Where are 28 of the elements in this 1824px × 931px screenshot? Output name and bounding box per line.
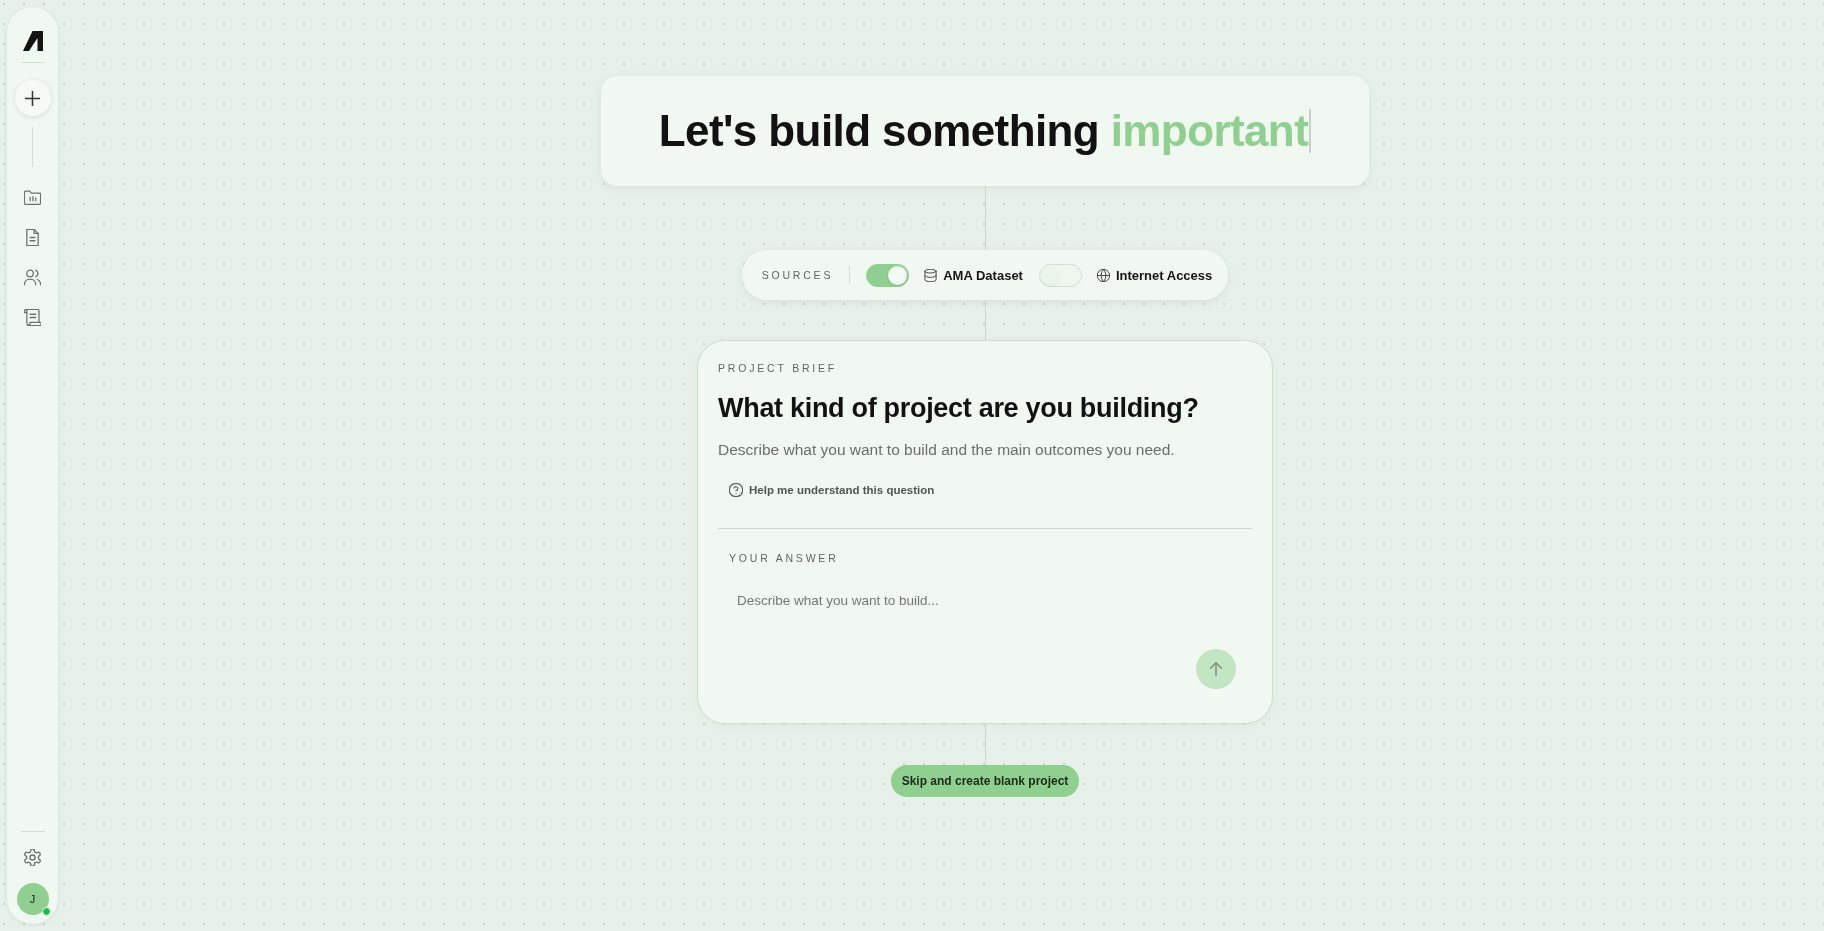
plus-icon xyxy=(25,90,40,106)
question-icon xyxy=(729,483,743,497)
connector-line xyxy=(984,186,986,250)
answer-label: YOUR ANSWER xyxy=(729,551,839,565)
scroll-icon xyxy=(24,308,41,326)
answer-field[interactable]: Describe what you want to build... xyxy=(729,583,1241,619)
database-icon xyxy=(924,268,938,282)
globe-icon xyxy=(1096,268,1110,282)
new-button[interactable] xyxy=(14,80,51,116)
page-heading: Let's build something important xyxy=(658,105,1309,157)
folder-icon xyxy=(24,188,41,206)
document-icon xyxy=(24,228,41,246)
sources-label: SOURCES xyxy=(761,269,834,281)
source-label: Internet Access xyxy=(1115,267,1213,283)
user-avatar[interactable]: J xyxy=(16,883,49,915)
source-label: AMA Dataset xyxy=(943,267,1023,283)
help-link[interactable]: Help me understand this question xyxy=(718,477,945,503)
section-label: PROJECT BRIEF xyxy=(718,361,838,375)
text-cursor-icon xyxy=(1309,109,1312,153)
logo-icon xyxy=(22,31,43,51)
question-description: Describe what you want to build and the main outcomes you need. xyxy=(718,440,1175,460)
settings-icon xyxy=(24,848,41,866)
skip-button[interactable]: Skip and create blank project xyxy=(890,765,1080,797)
arrow-up-icon xyxy=(1209,662,1223,676)
users-icon xyxy=(24,268,41,286)
toggle-switch[interactable] xyxy=(1038,263,1082,287)
question-heading: What kind of project are you building? xyxy=(718,392,1199,425)
toggle-switch[interactable] xyxy=(866,263,910,287)
